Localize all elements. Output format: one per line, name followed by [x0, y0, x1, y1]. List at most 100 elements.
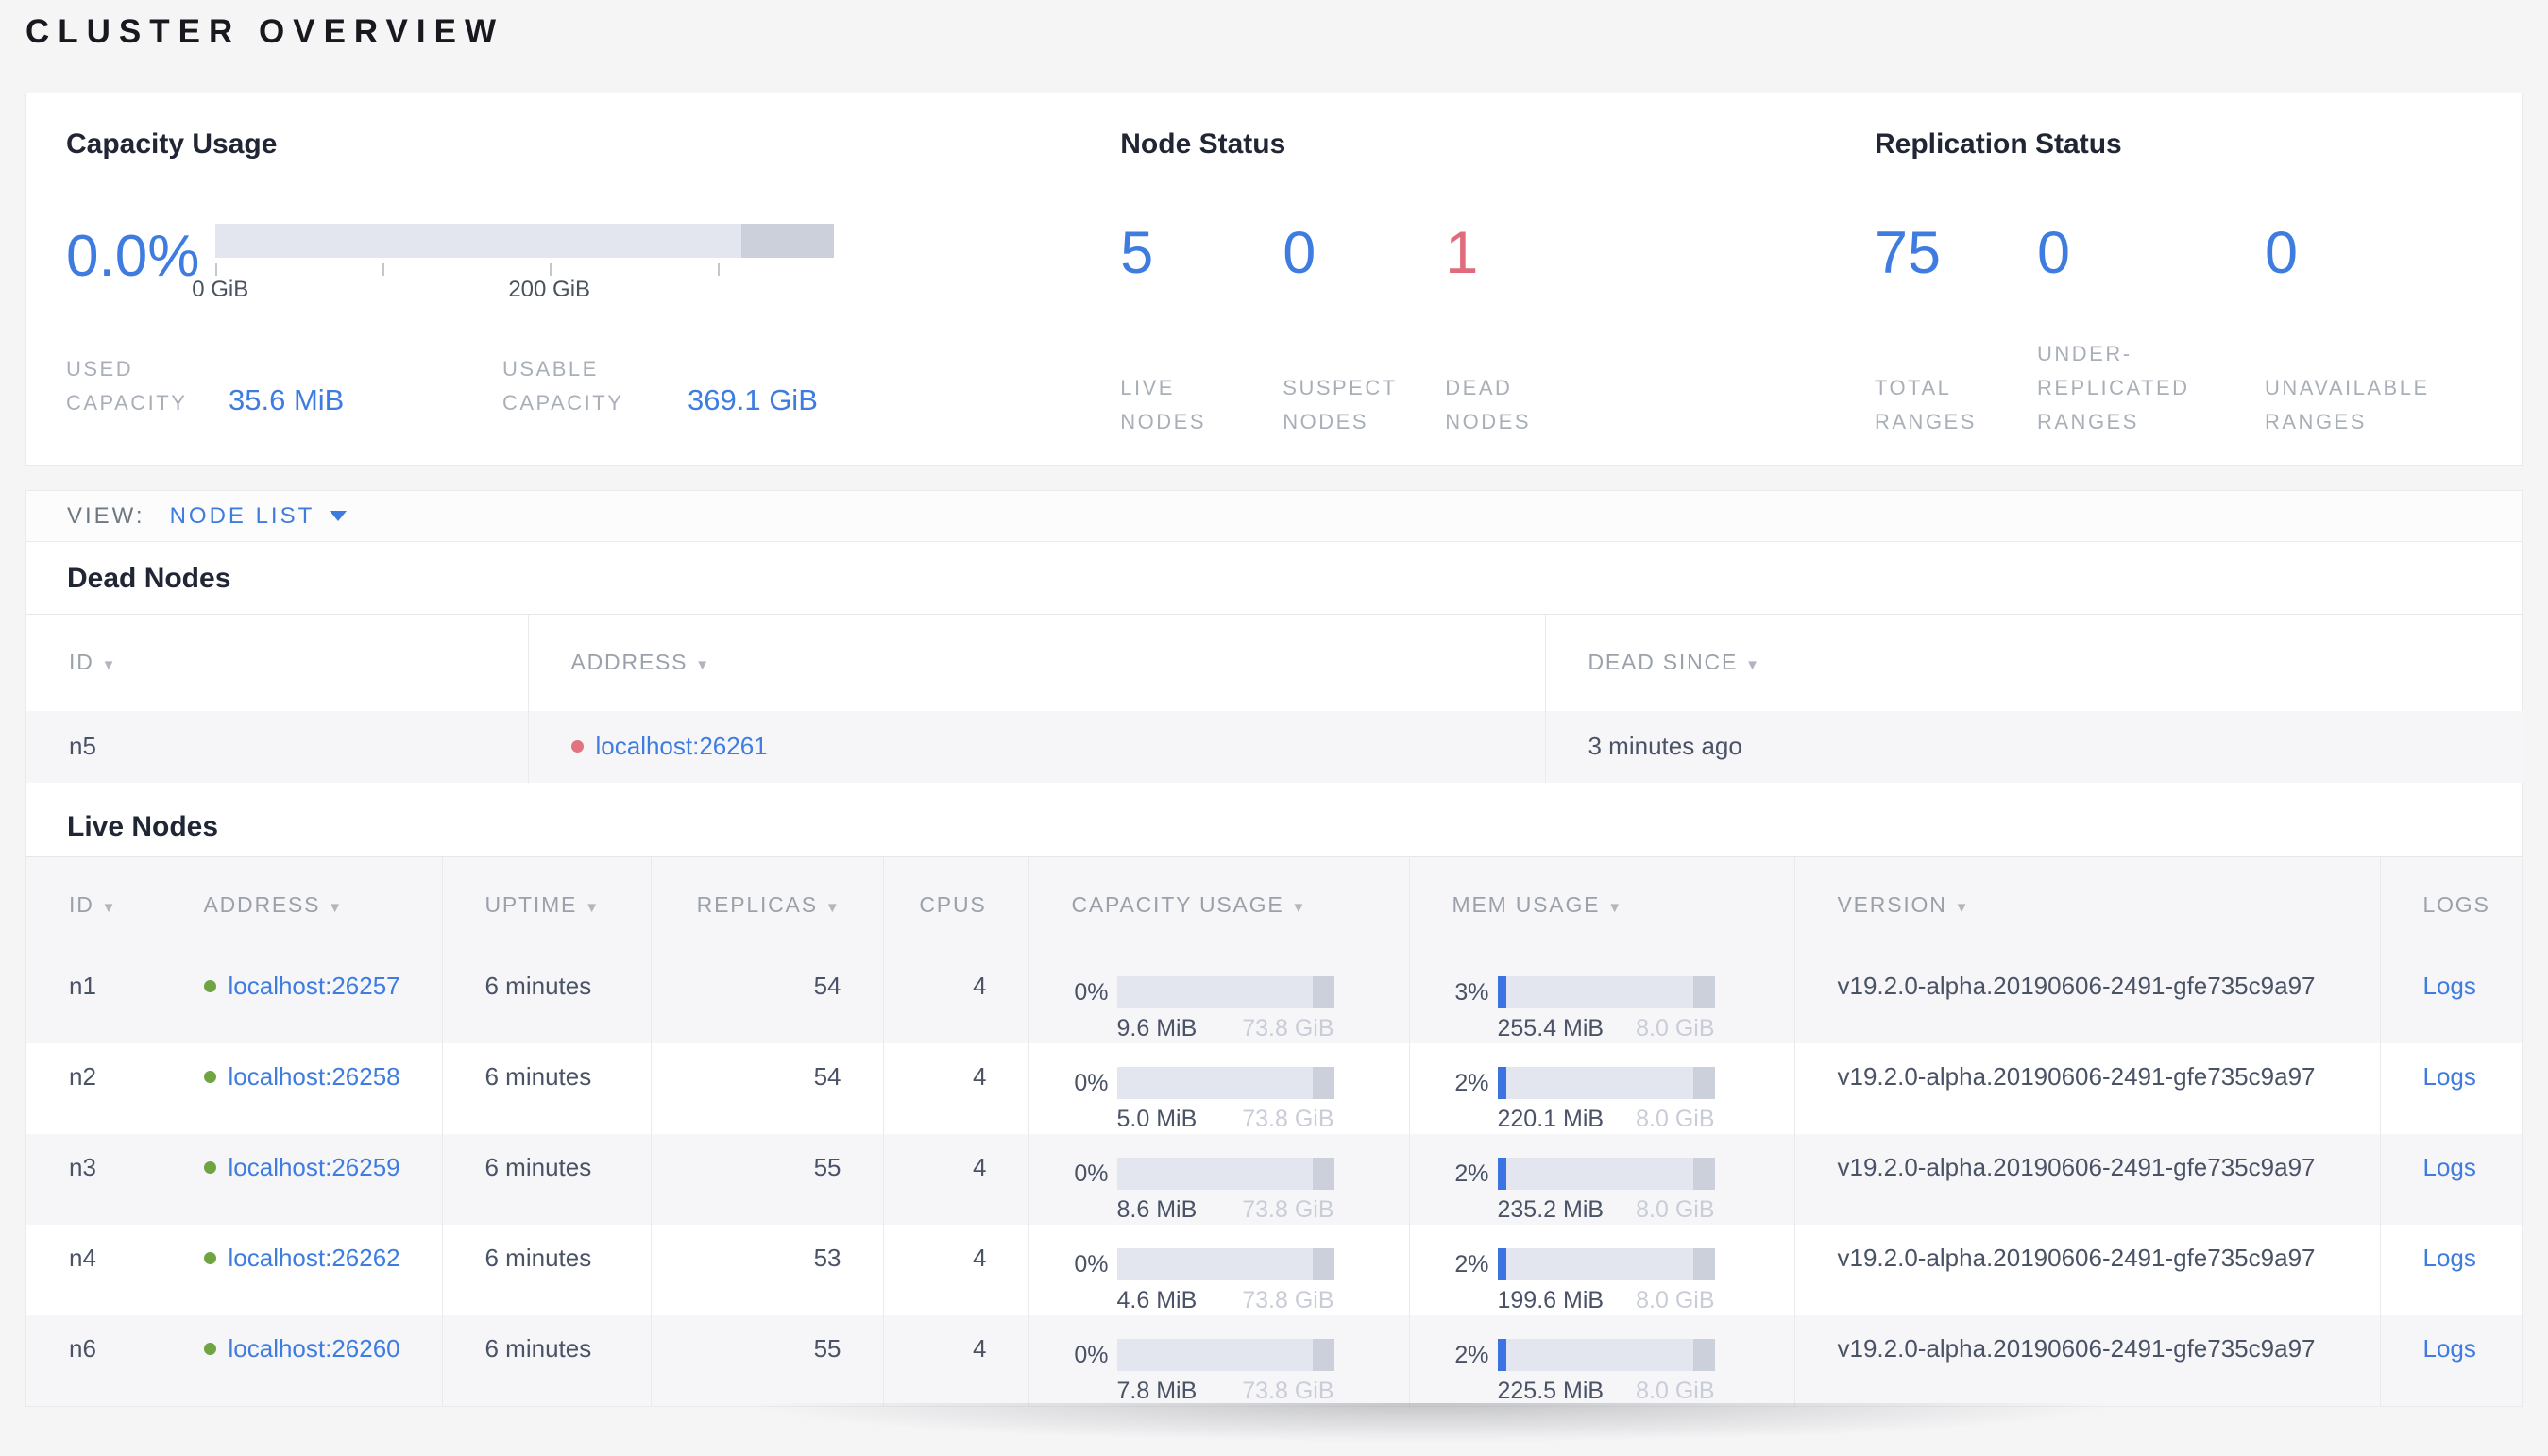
- capacity-reserved-segment: [740, 224, 834, 258]
- capacity-usage-values: 8.6 MiB 73.8 GiB: [1117, 1196, 1334, 1224]
- used-capacity-label: USED CAPACITY: [66, 357, 188, 415]
- node-address-link[interactable]: localhost:26259: [229, 1153, 400, 1182]
- capacity-reserved-segment: [1312, 1339, 1334, 1371]
- dead-nodes-label: DEAD NODES: [1445, 376, 1532, 433]
- capacity-usage-cell: 0% 9.6 MiB 73.8 GiB: [1028, 953, 1410, 1043]
- memory-usage-line: 2%: [1436, 1067, 1794, 1099]
- memory-usage-fill: [1497, 1067, 1506, 1099]
- cluster-overview-page: CLUSTER OVERVIEW Capacity Usage 0.0% 0 G…: [0, 0, 2548, 1407]
- total-ranges-stat: 75 TOTAL RANGES: [1875, 161, 2037, 439]
- column-header-id[interactable]: ID ▼: [26, 614, 529, 711]
- uptime-cell: 6 minutes: [442, 1225, 652, 1315]
- live-status-dot-icon: [203, 980, 216, 992]
- live-status-dot-icon: [203, 1161, 216, 1174]
- memory-usage-bar: [1497, 976, 1715, 1008]
- sort-desc-icon: ▼: [1291, 899, 1308, 916]
- unavailable-ranges-stat: 0 UNAVAILABLE RANGES: [2265, 161, 2482, 439]
- column-header-logs: LOGS: [2380, 856, 2522, 953]
- node-address-link[interactable]: localhost:26258: [229, 1062, 400, 1092]
- capacity-usage-percent: 0%: [1074, 1160, 1109, 1187]
- live-node-row: n2 localhost:26258 6 minutes 54 4 0% 5.0 MiB 73…: [26, 1043, 2522, 1134]
- capacity-usage-line: 0%: [1056, 1158, 1409, 1190]
- node-status-section: Node Status 5 LIVE NODES 0 SUSPECT NODES…: [1120, 127, 1875, 438]
- node-address-cell: localhost:26258: [161, 1043, 443, 1134]
- address-wrap: localhost:26260: [203, 1334, 442, 1363]
- memory-usage-values: 225.5 MiB 8.0 GiB: [1498, 1378, 1715, 1405]
- capacity-usage-line: 0%: [1056, 976, 1409, 1008]
- logs-cell: Logs: [2380, 1315, 2522, 1406]
- column-header-memory[interactable]: MEM USAGE ▼: [1409, 856, 1795, 953]
- memory-usage-bar: [1497, 1067, 1715, 1099]
- memory-used-value: 235.2 MiB: [1497, 1196, 1605, 1223]
- node-address-link[interactable]: localhost:26262: [229, 1244, 400, 1273]
- node-id-cell: n2: [26, 1043, 161, 1134]
- capacity-reserved-segment: [1312, 976, 1334, 1008]
- logs-link[interactable]: Logs: [2423, 1244, 2476, 1272]
- memory-reserved-segment: [1692, 1339, 1715, 1371]
- column-header-address[interactable]: ADDRESS ▼: [161, 856, 443, 953]
- sort-desc-icon: ▼: [695, 657, 711, 674]
- memory-usage-values: 235.2 MiB 8.0 GiB: [1498, 1196, 1715, 1224]
- axis-tick: [382, 263, 384, 276]
- usable-capacity-stat: USABLE CAPACITY 369.1 GiB: [502, 352, 818, 420]
- capacity-usage-percent: 0%: [1074, 1069, 1109, 1096]
- memory-total-value: 8.0 GiB: [1636, 1106, 1715, 1132]
- memory-usage-cell: 2% 235.2 MiB 8.0 GiB: [1409, 1134, 1795, 1225]
- node-address-cell: localhost:26259: [161, 1134, 443, 1225]
- cpus-cell: 4: [883, 1315, 1029, 1406]
- capacity-total-value: 73.8 GiB: [1242, 1378, 1334, 1404]
- capacity-used-value: 9.6 MiB: [1116, 1015, 1198, 1041]
- capacity-usage-bar: [1116, 1339, 1334, 1371]
- column-header-address[interactable]: ADDRESS ▼: [528, 614, 1546, 711]
- live-status-dot-icon: [203, 1071, 216, 1083]
- logs-link[interactable]: Logs: [2423, 1153, 2476, 1181]
- node-address-cell: localhost:26257: [161, 953, 443, 1043]
- column-header-version[interactable]: VERSION ▼: [1794, 856, 2381, 953]
- live-nodes-table: ID ▼ ADDRESS ▼ UPTIME ▼ REPLICAS ▼ CPUS CAPACITY …: [26, 855, 2522, 1406]
- uptime-cell: 6 minutes: [442, 953, 652, 1043]
- under-replicated-ranges-label: UNDER-REPLICATED RANGES: [2037, 342, 2190, 433]
- column-header-dead_since[interactable]: DEAD SINCE ▼: [1545, 615, 2523, 711]
- capacity-reserved-segment: [1312, 1067, 1334, 1099]
- total-ranges-count: 75: [1875, 220, 1942, 286]
- column-header-replicas[interactable]: REPLICAS ▼: [651, 856, 884, 953]
- logs-link[interactable]: Logs: [2423, 1334, 2476, 1363]
- node-address-link[interactable]: localhost:26257: [229, 972, 400, 1001]
- address-wrap: localhost:26258: [203, 1062, 442, 1092]
- column-header-label: ADDRESS: [203, 891, 321, 917]
- sort-desc-icon: ▼: [328, 899, 344, 916]
- column-header-capacity[interactable]: CAPACITY USAGE ▼: [1028, 856, 1410, 953]
- capacity-usage-section: Capacity Usage 0.0% 0 GiB 200 GiB USED C…: [66, 127, 1120, 438]
- logs-link[interactable]: Logs: [2423, 972, 2476, 1000]
- column-header-label: ADDRESS: [570, 650, 688, 675]
- capacity-used-value: 5.0 MiB: [1116, 1106, 1198, 1132]
- node-address-link[interactable]: localhost:26261: [596, 732, 768, 761]
- address-wrap: localhost:26257: [203, 972, 442, 1001]
- node-address-link[interactable]: localhost:26260: [229, 1334, 400, 1363]
- memory-used-value: 199.6 MiB: [1497, 1287, 1605, 1313]
- view-selector-dropdown[interactable]: NODE LIST: [170, 503, 348, 530]
- usable-capacity-label: USABLE CAPACITY: [502, 357, 624, 415]
- logs-cell: Logs: [2380, 1043, 2522, 1134]
- memory-usage-percent: 2%: [1454, 1069, 1489, 1096]
- column-header-label: CPUS: [919, 891, 987, 917]
- memory-usage-line: 2%: [1436, 1339, 1794, 1371]
- logs-link[interactable]: Logs: [2423, 1062, 2476, 1091]
- dead-nodes-header-row: ID ▼ ADDRESS ▼ DEAD SINCE ▼: [26, 614, 2523, 711]
- used-capacity-value: 35.6 MiB: [229, 383, 345, 416]
- memory-usage-bar: [1497, 1248, 1715, 1280]
- node-id-cell: n1: [26, 953, 161, 1043]
- column-header-uptime[interactable]: UPTIME ▼: [442, 856, 652, 953]
- uptime-cell: 6 minutes: [442, 1134, 652, 1225]
- replicas-cell: 53: [651, 1225, 884, 1315]
- live-nodes-heading: Live Nodes: [67, 810, 219, 842]
- column-header-label: VERSION: [1837, 891, 1947, 917]
- memory-usage-line: 2%: [1436, 1248, 1794, 1280]
- memory-usage-cell: 3% 255.4 MiB 8.0 GiB: [1409, 953, 1795, 1043]
- column-header-id[interactable]: ID ▼: [26, 856, 161, 953]
- dead-nodes-stat: 1 DEAD NODES: [1445, 161, 1875, 439]
- sort-desc-icon: ▼: [1745, 657, 1761, 674]
- axis-tick: [717, 263, 720, 276]
- capacity-usage-bar: [1116, 976, 1334, 1008]
- column-header-label: ID: [69, 891, 94, 917]
